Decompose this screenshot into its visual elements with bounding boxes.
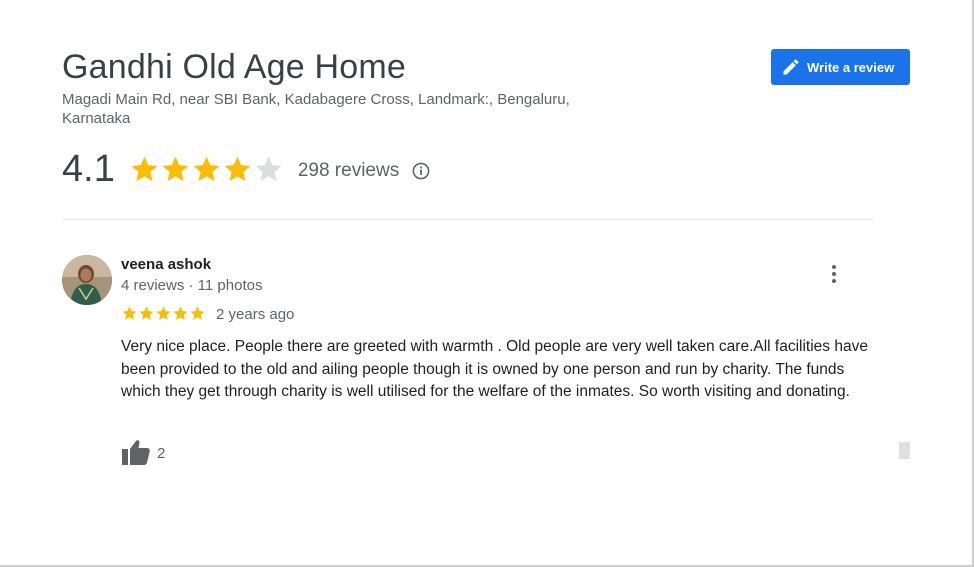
pencil-icon (781, 57, 801, 77)
rating-summary: 4.1 298 reviews (62, 145, 431, 193)
reviewer-name[interactable]: veena ashok (121, 256, 211, 273)
average-rating-stars (129, 154, 284, 185)
star-filled-icon (138, 305, 155, 322)
review-date: 2 years ago (216, 306, 295, 323)
star-filled-icon (191, 154, 222, 185)
star-filled-icon (155, 305, 172, 322)
star-empty-icon (253, 154, 284, 185)
star-filled-icon (222, 154, 253, 185)
scrollbar-thumb[interactable] (899, 442, 910, 459)
total-review-count: 298 reviews (297, 160, 400, 181)
write-review-button[interactable]: Write a review (771, 49, 910, 85)
thumbs-up-icon[interactable] (121, 438, 151, 466)
review-text: Very nice place. People there are greete… (121, 338, 868, 400)
review-stars (121, 305, 206, 322)
average-rating: 4.1 (62, 147, 115, 190)
star-filled-icon (121, 305, 138, 322)
reviewer-meta: 4 reviews · 11 photos (121, 277, 263, 294)
place-address: Magadi Main Rd, near SBI Bank, Kadabager… (62, 91, 570, 127)
place-title: Gandhi Old Age Home (62, 48, 406, 86)
section-divider (62, 219, 874, 220)
star-filled-icon (189, 305, 206, 322)
star-filled-icon (129, 154, 160, 185)
star-filled-icon (160, 154, 191, 185)
like-count: 2 (157, 445, 166, 462)
reviewer-avatar[interactable] (62, 255, 112, 305)
write-review-label: Write a review (807, 59, 895, 75)
star-filled-icon (172, 305, 189, 322)
more-vert-icon[interactable] (824, 262, 844, 286)
info-icon[interactable] (411, 161, 431, 181)
